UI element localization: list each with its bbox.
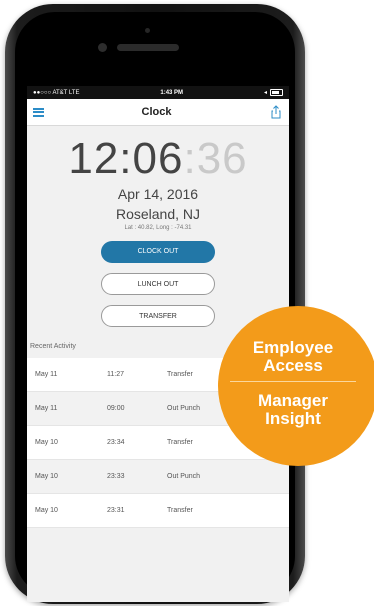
badge-top-line1: Employee xyxy=(252,338,334,357)
hamburger-menu-icon[interactable] xyxy=(33,107,44,117)
activity-time: 09:00 xyxy=(107,405,125,412)
page-title: Clock xyxy=(141,106,172,118)
badge-divider xyxy=(230,381,356,382)
location-arrow-icon: ◂ xyxy=(263,90,267,96)
activity-date: May 10 xyxy=(35,439,58,446)
activity-date: May 10 xyxy=(35,473,58,480)
badge-bottom-line2: Insight xyxy=(265,409,321,428)
transfer-button[interactable]: TRANSFER xyxy=(101,305,215,327)
front-sensor xyxy=(145,28,150,33)
activity-date: May 11 xyxy=(35,371,58,378)
feature-badge: Employee Access Manager Insight xyxy=(218,306,374,466)
clock-display: 12:06:36 xyxy=(27,136,289,182)
status-right-group: ◂ xyxy=(264,89,283,96)
clock-hours-minutes: 12:06 xyxy=(68,134,184,183)
activity-action: Out Punch xyxy=(167,473,201,480)
nav-bar: Clock xyxy=(27,99,289,126)
clock-location: Roseland, NJ xyxy=(115,206,201,222)
activity-date: May 11 xyxy=(35,405,58,412)
badge-top-line2: Access xyxy=(263,356,323,375)
carrier-label: ●●○○○ AT&T LTE xyxy=(33,89,80,96)
share-icon[interactable] xyxy=(269,105,283,119)
badge-employee-access: Employee Access xyxy=(218,339,368,375)
phone-frame: ●●○○○ AT&T LTE 1:43 PM ◂ Clock 12:06:36 … xyxy=(5,4,305,604)
front-camera xyxy=(98,43,107,52)
badge-manager-insight: Manager Insight xyxy=(218,392,368,428)
status-bar: ●●○○○ AT&T LTE 1:43 PM ◂ xyxy=(27,86,289,99)
clock-date: Apr 14, 2016 xyxy=(117,186,199,202)
lunch-out-button[interactable]: LUNCH OUT xyxy=(101,273,215,295)
badge-bottom-line1: Manager xyxy=(258,391,328,410)
activity-time: 11:27 xyxy=(107,371,124,378)
list-item[interactable]: May 10 23:31 Transfer xyxy=(27,494,289,528)
clock-coordinates: Lat : 40.82, Long : -74.31 xyxy=(124,225,192,231)
list-item[interactable]: May 10 23:33 Out Punch xyxy=(27,460,289,494)
activity-date: May 10 xyxy=(35,507,58,514)
activity-time: 23:31 xyxy=(107,507,125,514)
clock-seconds: :36 xyxy=(183,134,248,183)
earpiece-speaker xyxy=(117,44,179,51)
clock-out-button[interactable]: CLOCK OUT xyxy=(101,241,215,263)
activity-time: 23:34 xyxy=(107,439,125,446)
status-time: 1:43 PM xyxy=(160,89,184,96)
battery-icon xyxy=(269,89,283,96)
activity-action: Transfer xyxy=(167,507,193,514)
activity-time: 23:33 xyxy=(107,473,125,480)
